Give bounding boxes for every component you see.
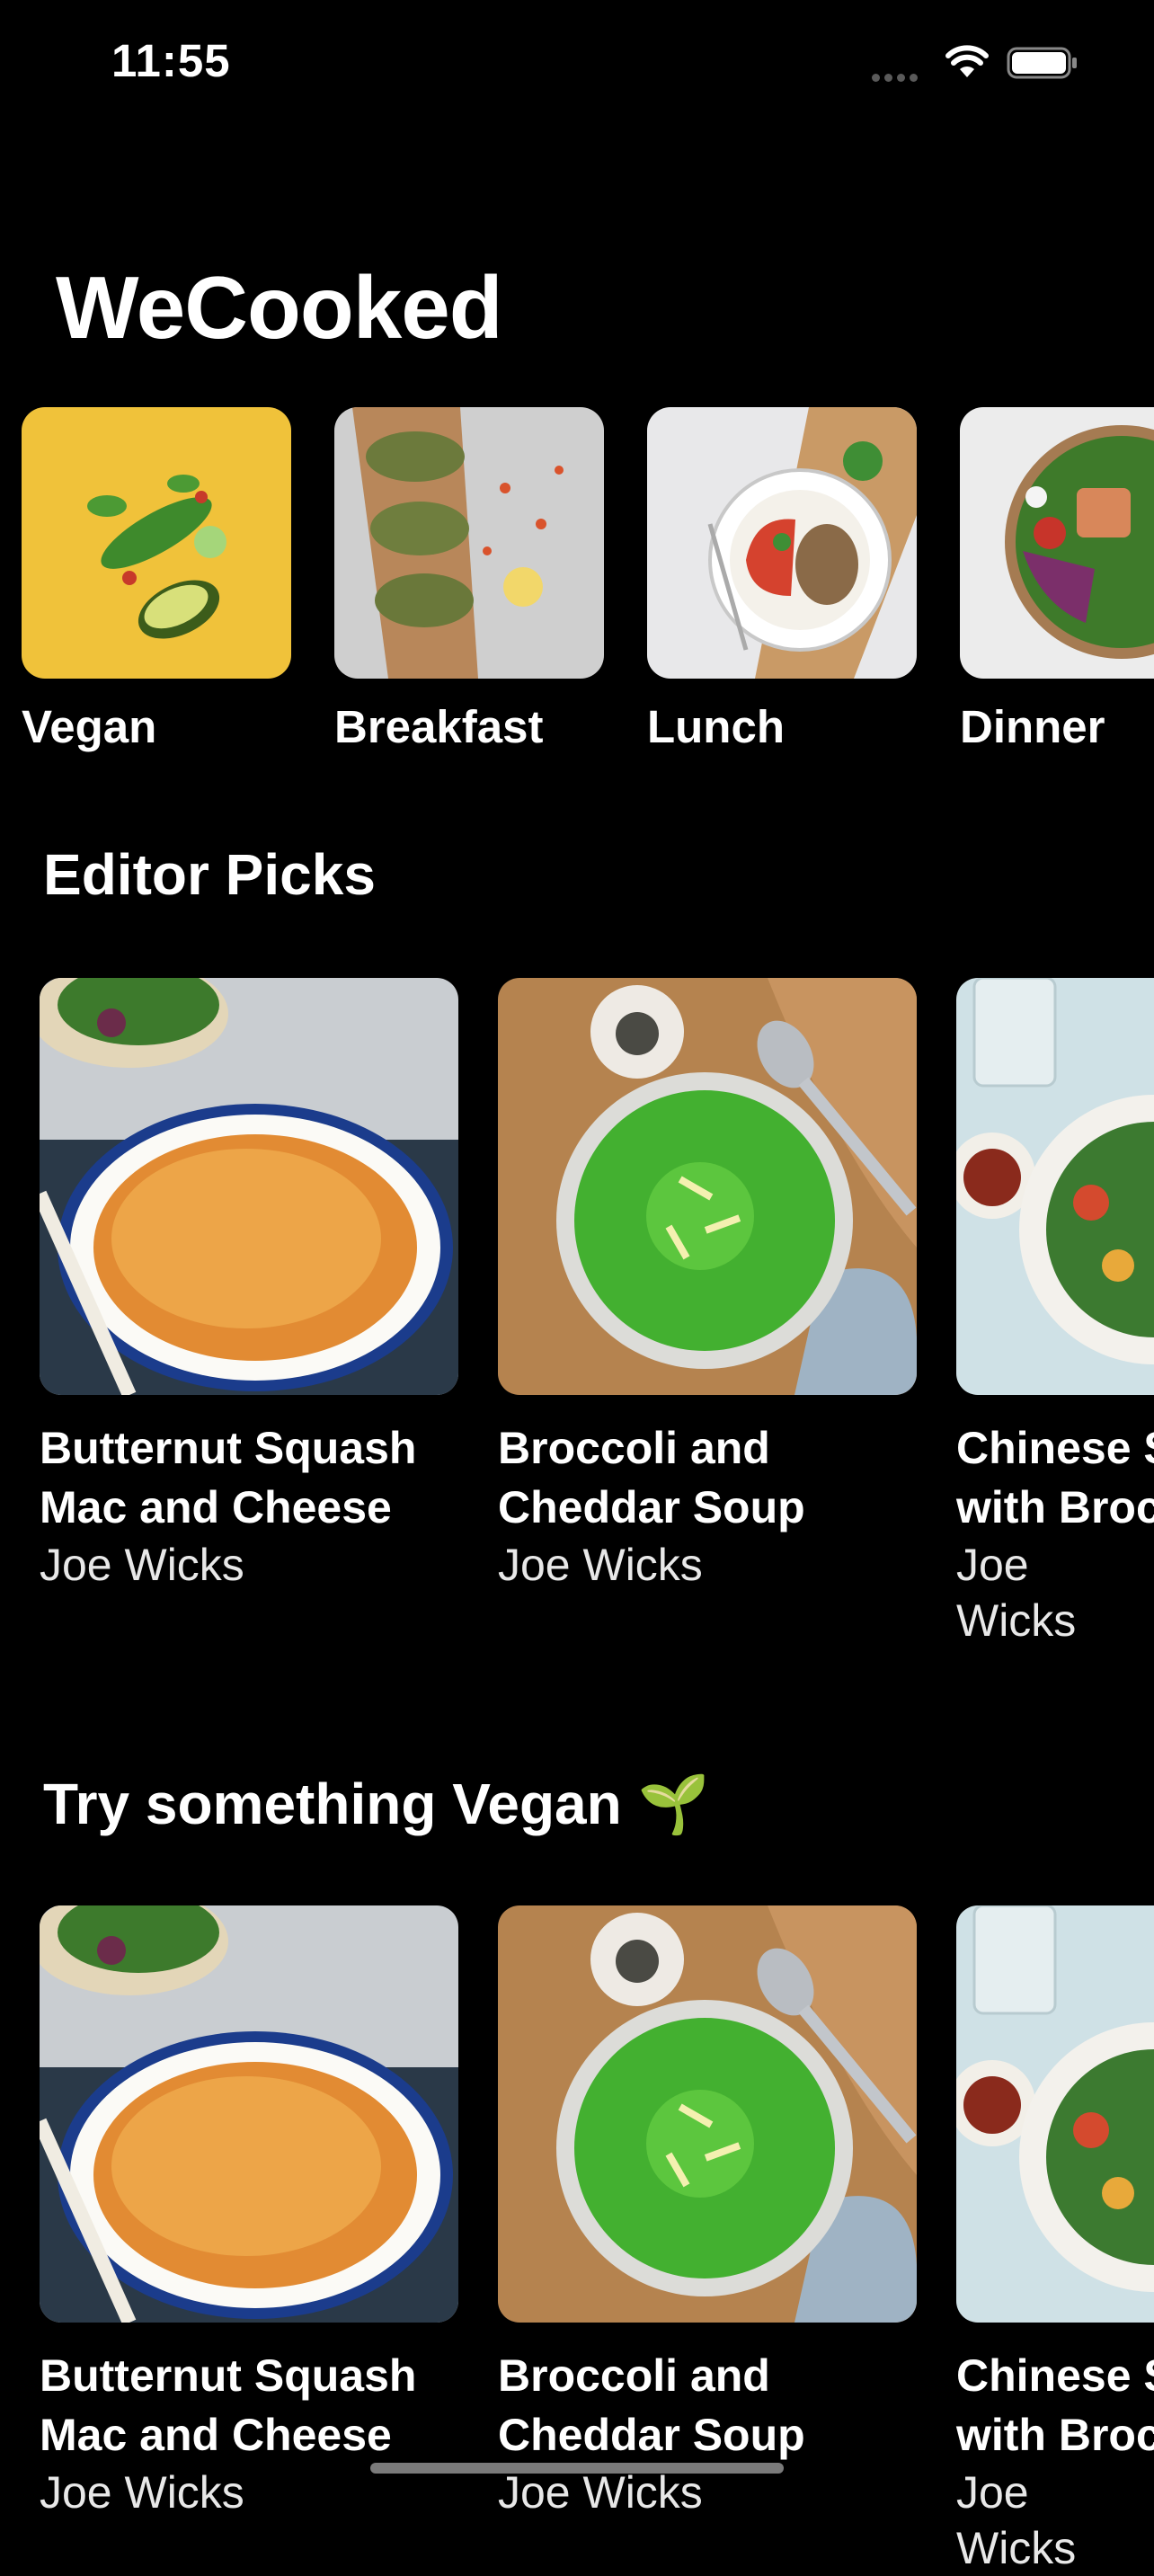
recipe-card[interactable]: Chinese S with Broc Joe Wicks <box>956 978 1154 1648</box>
recipe-card[interactable]: Butternut Squash Mac and Cheese Joe Wick… <box>40 978 458 1593</box>
recipe-name: Chinese S with Broc <box>956 1423 1154 1532</box>
recipe-card[interactable]: Broccoli and Cheddar Soup Joe Wicks <box>498 1905 917 2520</box>
category-image-dinner <box>960 407 1154 679</box>
category-image-lunch <box>647 407 917 679</box>
recipe-author: Joe Wicks <box>956 2467 1077 2573</box>
recipe-card[interactable]: Chinese S with Broc Joe Wicks <box>956 1905 1154 2576</box>
recipe-name: Broccoli and Cheddar Soup <box>498 1423 805 1532</box>
recipe-card[interactable]: Broccoli and Cheddar Soup Joe Wicks <box>498 978 917 1593</box>
category-label: Vegan <box>22 701 157 752</box>
section-title-editor-picks: Editor Picks <box>43 842 376 907</box>
page-title: WeCooked <box>56 258 503 357</box>
recipe-author: Joe Wicks <box>40 1540 244 1590</box>
cellular-signal-icon <box>872 70 922 86</box>
battery-icon <box>1007 47 1077 79</box>
recipe-image <box>498 1905 917 2323</box>
recipe-name: Butternut Squash Mac and Cheese <box>40 2350 417 2460</box>
recipe-name: Butternut Squash Mac and Cheese <box>40 1423 417 1532</box>
recipe-image <box>956 978 1154 1395</box>
wifi-icon <box>945 45 989 77</box>
category-lunch[interactable]: Lunch <box>647 407 917 753</box>
recipe-name: Chinese S with Broc <box>956 2350 1154 2460</box>
category-label: Lunch <box>647 701 785 752</box>
recipe-card[interactable]: Butternut Squash Mac and Cheese Joe Wick… <box>40 1905 458 2520</box>
recipe-image <box>498 978 917 1395</box>
category-image-vegan <box>22 407 291 679</box>
category-breakfast[interactable]: Breakfast <box>334 407 604 753</box>
category-label: Dinner <box>960 701 1105 752</box>
recipe-author: Joe Wicks <box>956 1540 1077 1646</box>
section-title-try-vegan: Try something Vegan 🌱 <box>43 1772 710 1836</box>
recipe-name: Broccoli and Cheddar Soup <box>498 2350 805 2460</box>
category-image-breakfast <box>334 407 604 679</box>
category-dinner[interactable]: Dinner <box>960 407 1154 753</box>
recipe-image <box>956 1905 1154 2323</box>
category-label: Breakfast <box>334 701 544 752</box>
recipe-image <box>40 978 458 1395</box>
recipe-image <box>40 1905 458 2323</box>
recipe-author: Joe Wicks <box>498 1540 703 1590</box>
home-indicator[interactable] <box>370 2463 784 2474</box>
status-time: 11:55 <box>111 35 231 86</box>
category-vegan[interactable]: Vegan <box>22 407 291 753</box>
